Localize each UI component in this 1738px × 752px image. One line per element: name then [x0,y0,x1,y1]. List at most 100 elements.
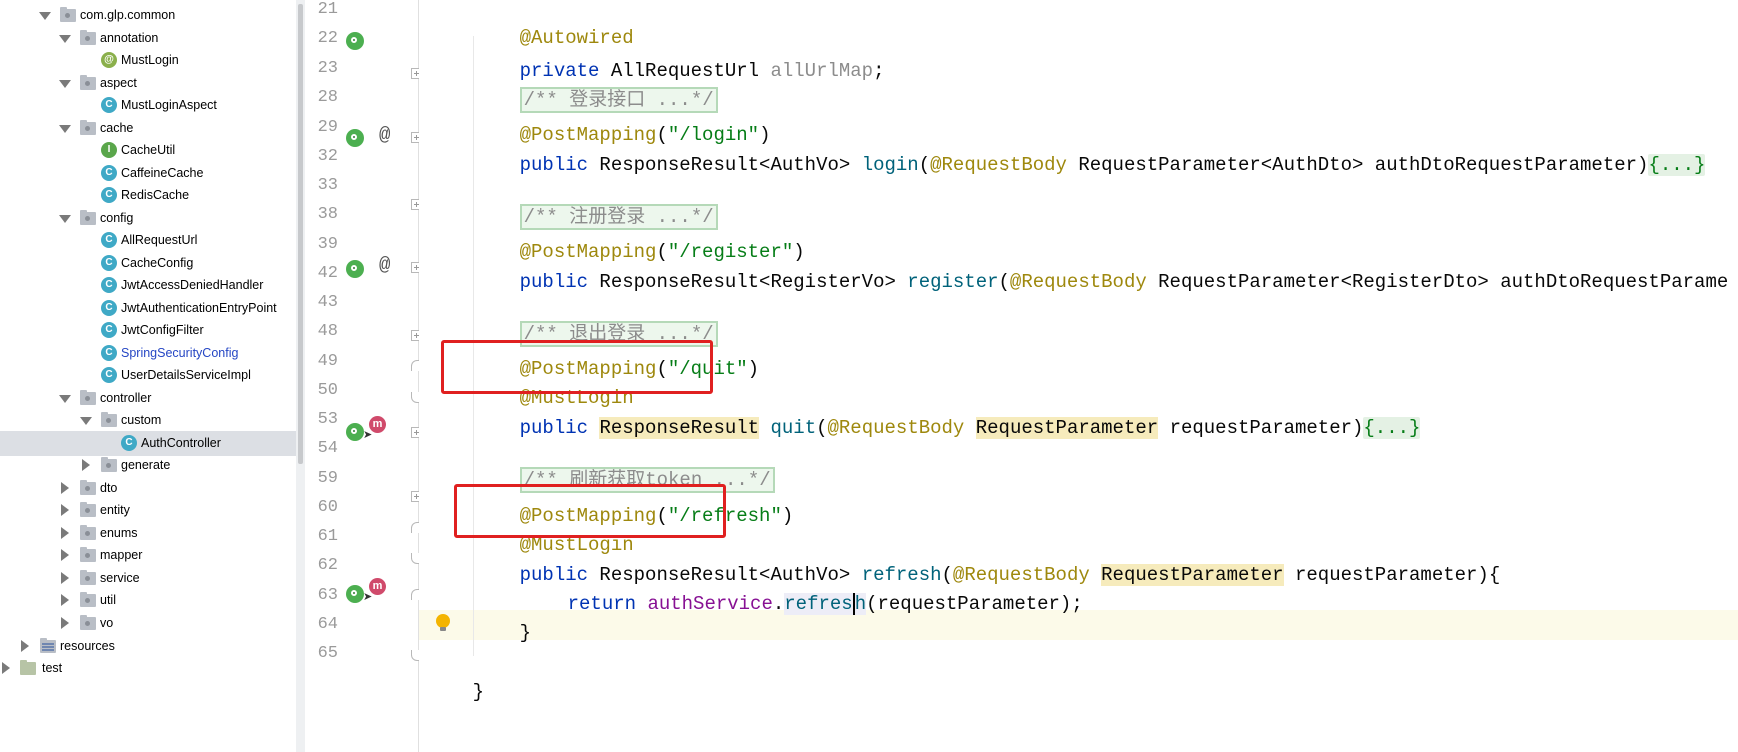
field-token: allUrlMap [770,60,874,82]
tree-item-util[interactable]: util [0,588,296,613]
navigate-arrow-icon[interactable]: ➤ [363,428,372,441]
chevron-right-icon[interactable] [61,482,69,494]
tree-item-label: MustLoginAspect [121,98,217,112]
class-icon: C [101,255,117,271]
chevron-right-icon[interactable] [61,504,69,516]
line-number: 43 [317,293,338,312]
tree-item-generate[interactable]: generate [0,453,296,478]
chevron-down-icon[interactable] [39,12,51,20]
chevron-right-icon[interactable] [21,640,29,652]
code-line-23[interactable]: /** 登录接口 ...*/ [474,55,718,113]
tree-item-custom[interactable]: custom [0,408,296,433]
tree-item-label: JwtAccessDeniedHandler [121,278,264,292]
code-line-62[interactable]: return authService.refres h(requestParame… [522,559,1083,615]
tree-scrollbar[interactable] [296,0,305,752]
tree-item-label: MustLogin [121,53,179,67]
chevron-right-icon[interactable] [61,594,69,606]
chevron-right-icon[interactable] [82,459,90,471]
code-line-22[interactable]: private AllRequestUrl allUrlMap; [474,26,885,82]
chevron-down-icon[interactable] [59,215,71,223]
request-mapping-icon[interactable] [346,423,364,441]
code-line-33[interactable]: /** 注册登录 ...*/ [474,172,718,230]
chevron-down-icon[interactable] [80,417,92,425]
chevron-down-icon[interactable] [59,35,71,43]
tree-item-vo[interactable]: vo [0,611,296,636]
code-line-21[interactable]: @Autowired [474,0,634,49]
tree-item-com-glp-common[interactable]: com.glp.common [0,3,296,28]
code-editor[interactable]: @Autowired private AllRequestUrl allUrlM… [419,0,1738,752]
folded-body[interactable]: {...} [1363,417,1421,439]
package-icon [80,502,96,517]
request-mapping-icon[interactable] [346,585,364,603]
method-token-tail: h [854,593,867,615]
paren-token: ( [918,154,931,176]
tree-item-label: AuthController [141,436,221,450]
tree-item-mustloginaspect[interactable]: C MustLoginAspect [0,93,296,118]
request-mapping-icon[interactable] [346,260,364,278]
scrollbar-thumb[interactable] [298,4,303,464]
method-token: quit [770,417,817,439]
code-line-38[interactable]: @PostMapping("/register") [474,207,805,263]
tree-item-rediscache[interactable]: C RedisCache [0,183,296,208]
class-icon: C [101,165,117,181]
project-tree[interactable]: com.glp.common annotation @ MustLogin as… [0,0,296,752]
package-icon [80,525,96,540]
editor-gutter[interactable]: 21 22 23 28 29 32 33 38 39 42 43 48 49 5… [306,0,425,752]
line-number: 33 [317,176,338,195]
chevron-right-icon[interactable] [61,572,69,584]
tree-item-label: enums [100,526,138,540]
package-icon [80,30,96,45]
code-line-29[interactable]: public ResponseResult<AuthVo> login(@Req… [474,120,1706,176]
code-line-65[interactable]: } [427,647,484,703]
chevron-down-icon[interactable] [59,395,71,403]
class-icon: C [101,187,117,203]
line-number: 42 [317,264,338,283]
params-token: RequestParameter<RegisterDto> authDtoReq… [1146,271,1729,293]
tree-item-mustlogin[interactable]: @ MustLogin [0,48,296,73]
tree-item-cacheutil[interactable]: I CacheUtil [0,138,296,163]
chevron-down-icon[interactable] [59,80,71,88]
tree-item-userdetailsserviceimpl[interactable]: C UserDetailsServiceImpl [0,363,296,388]
class-icon: C [101,367,117,383]
chevron-right-icon[interactable] [61,617,69,629]
line-number: 62 [317,556,338,575]
annotation-type-icon: @ [101,52,117,68]
tree-item-jwtconfigfilter[interactable]: C JwtConfigFilter [0,318,296,343]
line-number: 49 [317,352,338,371]
paren-token: ( [816,417,828,439]
package-icon [80,615,96,630]
request-mapping-icon[interactable] [346,129,364,147]
tree-item-jwtaccessdeniedhandler[interactable]: C JwtAccessDeniedHandler [0,273,296,298]
chevron-right-icon[interactable] [61,527,69,539]
annotation-marker-icon[interactable]: @ [379,254,390,276]
navigate-arrow-icon[interactable]: ➤ [363,590,372,603]
code-line-54[interactable]: /** 刷新获取token ...*/ [474,435,775,493]
bean-injection-icon[interactable] [346,32,364,50]
package-icon [80,210,96,225]
chevron-right-icon[interactable] [2,662,10,674]
folded-body[interactable]: {...} [1648,154,1706,176]
tree-item-entity[interactable]: entity [0,498,296,523]
code-line-43[interactable]: /** 退出登录 ...*/ [474,289,718,347]
line-number: 65 [317,644,338,663]
paren-token: ) [747,358,760,380]
lightbulb-icon[interactable] [436,614,450,631]
chevron-down-icon[interactable] [59,125,71,133]
code-line-63[interactable]: } [474,588,531,644]
code-line-39[interactable]: public ResponseResult<RegisterVo> regist… [474,237,1729,293]
method-token: refres [784,593,853,615]
line-number: 21 [317,0,338,19]
paren-token: ) [781,505,794,527]
annotation-marker-icon[interactable]: @ [379,124,390,146]
tree-item-test[interactable]: test [0,656,296,681]
chevron-right-icon[interactable] [61,549,69,561]
tree-item-label: controller [100,391,152,405]
line-number: 28 [317,88,338,107]
package-icon [80,570,96,585]
code-line-28[interactable]: @PostMapping("/login") [474,90,771,146]
line-number: 22 [317,29,338,48]
tree-item-allrequesturl[interactable]: C AllRequestUrl [0,228,296,253]
tree-item-label: CaffeineCache [121,166,204,180]
tree-item-mapper[interactable]: mapper [0,543,296,568]
